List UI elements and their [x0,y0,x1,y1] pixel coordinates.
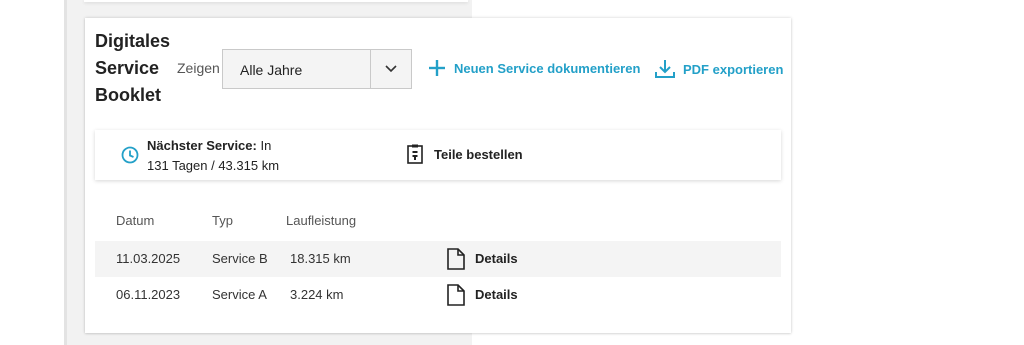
chevron-down-icon [385,65,397,73]
add-service-button[interactable]: Neuen Service dokumentieren [428,59,640,77]
details-link[interactable]: Details [475,287,518,302]
order-parts-link[interactable]: Teile bestellen [434,147,523,162]
export-pdf-label: PDF exportieren [683,61,784,77]
export-pdf-button[interactable]: PDF exportieren [655,59,783,79]
next-service-box: Nächster Service: In 131 Tagen / 43.315 … [95,130,781,180]
previous-card-edge [84,0,468,2]
row-mileage: 18.315 km [290,251,351,266]
plus-icon [429,60,445,76]
table-row: 11.03.2025 Service B 18.315 km Details [95,241,781,277]
next-service-text: Nächster Service: In 131 Tagen / 43.315 … [147,136,297,176]
document-icon[interactable] [447,248,465,270]
add-service-label: Neuen Service dokumentieren [454,60,641,76]
year-select[interactable]: Alle Jahre [222,49,412,89]
year-select-value: Alle Jahre [240,62,303,78]
clock-icon [121,146,139,164]
table-row: 06.11.2023 Service A 3.224 km Details [95,277,781,313]
next-service-line2: 131 Tagen / 43.315 km [147,158,280,173]
title-line: Booklet [95,85,162,105]
column-header-date: Datum [116,213,155,228]
row-date: 11.03.2025 [116,251,181,266]
row-date: 06.11.2023 [116,287,181,302]
document-icon[interactable] [447,284,465,306]
next-service-line1: In [260,138,272,153]
show-label: Zeigen [177,60,220,76]
select-divider [370,50,371,88]
service-booklet-card: Digitales Service Booklet Zeigen Alle Ja… [85,18,791,333]
column-header-type: Typ [212,213,233,228]
title-line: Service [95,58,160,78]
title-line: Digitales [95,31,171,51]
booklet-title: Digitales Service Booklet [95,28,185,109]
row-type: Service B [212,251,268,266]
parts-list-icon[interactable] [407,144,423,164]
column-header-mileage: Laufleistung [286,213,357,228]
next-service-label: Nächster Service: [147,138,257,153]
row-type: Service A [212,287,267,302]
download-icon [655,60,675,78]
details-link[interactable]: Details [475,251,518,266]
row-mileage: 3.224 km [290,287,344,302]
